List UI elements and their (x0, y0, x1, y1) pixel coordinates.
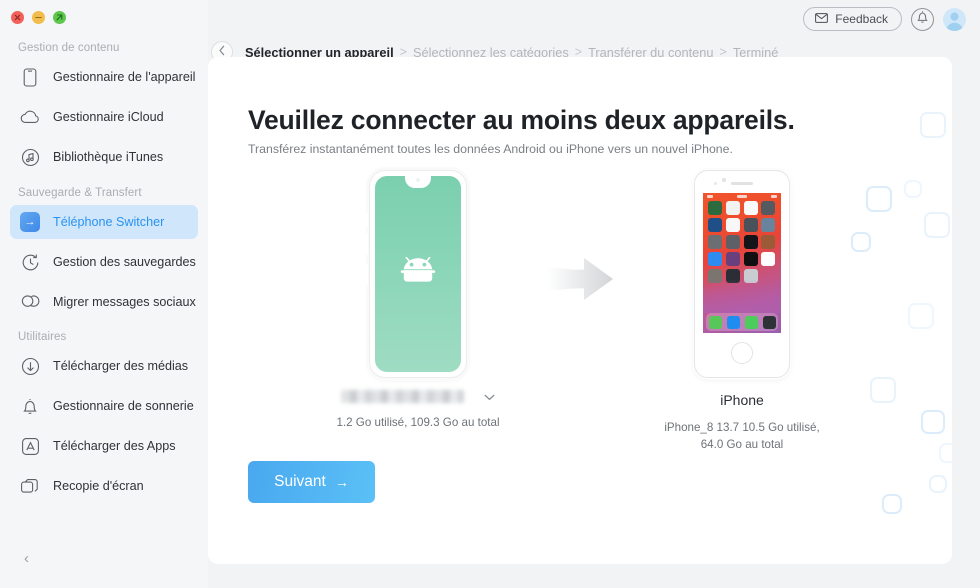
target-device-name: iPhone (720, 392, 764, 408)
source-device-selector[interactable] (341, 390, 495, 403)
sidebar-item-label: Gestionnaire de l'appareil (53, 70, 196, 84)
android-robot-icon (396, 256, 440, 292)
arrow-right-icon (546, 256, 614, 307)
sidebar-item-social-messages[interactable]: Migrer messages sociaux (10, 285, 198, 319)
sidebar-group-title-content: Gestion de contenu (18, 42, 120, 54)
device-icon (19, 66, 41, 88)
target-storage-line-1: iPhone_8 13.7 10.5 Go utilisé, (664, 421, 820, 434)
bell-icon (19, 395, 41, 417)
sidebar-collapse-button[interactable]: ‹ (24, 551, 29, 566)
sidebar-item-label: Bibliothèque iTunes (53, 150, 164, 164)
sidebar-item-label: Recopie d'écran (53, 479, 144, 493)
sidebar-item-label: Migrer messages sociaux (53, 295, 196, 309)
chat-bubbles-icon (19, 291, 41, 313)
music-note-icon (19, 146, 41, 168)
target-device: iPhone iPhone_8 13.7 10.5 Go utilisé, 64… (627, 170, 857, 454)
sidebar-group-title-backup: Sauvegarde & Transfert (18, 187, 142, 199)
chevron-down-icon[interactable] (484, 391, 495, 403)
next-button-label: Suivant (274, 473, 326, 490)
main-pane: Feedback Sélectionner un appareil > Séle… (208, 0, 980, 588)
sidebar-item-label: Gestionnaire iCloud (53, 110, 164, 124)
app-store-icon (19, 435, 41, 457)
sidebar-item-backup-management[interactable]: Gestion des sauvegardes (10, 245, 198, 279)
android-phone-illustration[interactable] (365, 170, 467, 378)
sidebar-item-download-media[interactable]: Télécharger des médias (10, 349, 198, 383)
device-selection-row: 1.2 Go utilisé, 109.3 Go au total iPhone… (208, 170, 952, 454)
sidebar-item-itunes-library[interactable]: Bibliothèque iTunes (10, 140, 198, 174)
sidebar-item-label: Gestionnaire de sonnerie (53, 399, 194, 413)
feedback-label: Feedback (835, 12, 888, 26)
sidebar-item-phone-switcher[interactable]: → Téléphone Switcher (10, 205, 198, 239)
sidebar-item-device-manager[interactable]: Gestionnaire de l'appareil (10, 60, 198, 94)
iphone-home-button (731, 342, 753, 364)
top-bar: Feedback (208, 0, 980, 38)
avatar[interactable] (943, 7, 966, 31)
close-window-icon[interactable] (11, 11, 24, 24)
notifications-button[interactable] (911, 7, 934, 31)
sidebar-item-label: Télécharger des médias (53, 359, 189, 373)
cloud-icon (19, 106, 41, 128)
sidebar-group-title-utilities: Utilitaires (18, 331, 67, 343)
download-circle-icon (19, 355, 41, 377)
envelope-icon (815, 12, 829, 26)
phone-notch (405, 176, 431, 188)
minimize-window-icon[interactable] (32, 11, 45, 24)
next-button[interactable]: Suivant → (248, 461, 375, 503)
phone-switch-icon: → (19, 211, 43, 233)
window-traffic-lights (11, 11, 66, 24)
page-subtitle: Transférez instantanément toutes les don… (248, 142, 733, 156)
bell-icon (916, 10, 929, 29)
transfer-direction (533, 170, 627, 307)
source-device-name-redacted (341, 390, 464, 403)
sidebar-item-label: Gestion des sauvegardes (53, 255, 196, 269)
sidebar: Gestion de contenu Gestionnaire de l'app… (0, 0, 208, 588)
feedback-button[interactable]: Feedback (803, 7, 902, 31)
iphone-home-screen (703, 193, 781, 333)
screen-mirror-icon (19, 475, 41, 497)
source-device: 1.2 Go utilisé, 109.3 Go au total (303, 170, 533, 432)
decorative-square (929, 475, 947, 493)
decorative-square (920, 112, 946, 138)
sidebar-item-label: Téléphone Switcher (53, 215, 165, 229)
decorative-square (882, 494, 902, 514)
source-device-storage: 1.2 Go utilisé, 109.3 Go au total (336, 416, 500, 429)
sidebar-item-ringtone-manager[interactable]: Gestionnaire de sonnerie (10, 389, 198, 423)
content-card: Veuillez connecter au moins deux apparei… (208, 57, 952, 564)
arrow-right-icon: → (334, 474, 349, 490)
sidebar-item-label: Télécharger des Apps (53, 439, 176, 453)
sidebar-item-icloud-manager[interactable]: Gestionnaire iCloud (10, 100, 198, 134)
sidebar-item-screen-mirroring[interactable]: Recopie d'écran (10, 469, 198, 503)
clock-history-icon (19, 251, 41, 273)
iphone-illustration[interactable] (694, 170, 790, 378)
target-device-storage: iPhone_8 13.7 10.5 Go utilisé, 64.0 Go a… (664, 420, 819, 454)
maximize-window-icon[interactable] (53, 11, 66, 24)
application-window: Gestion de contenu Gestionnaire de l'app… (0, 0, 980, 588)
page-title: Veuillez connecter au moins deux apparei… (248, 105, 795, 135)
sidebar-item-download-apps[interactable]: Télécharger des Apps (10, 429, 198, 463)
target-storage-line-2: 64.0 Go au total (700, 437, 784, 451)
